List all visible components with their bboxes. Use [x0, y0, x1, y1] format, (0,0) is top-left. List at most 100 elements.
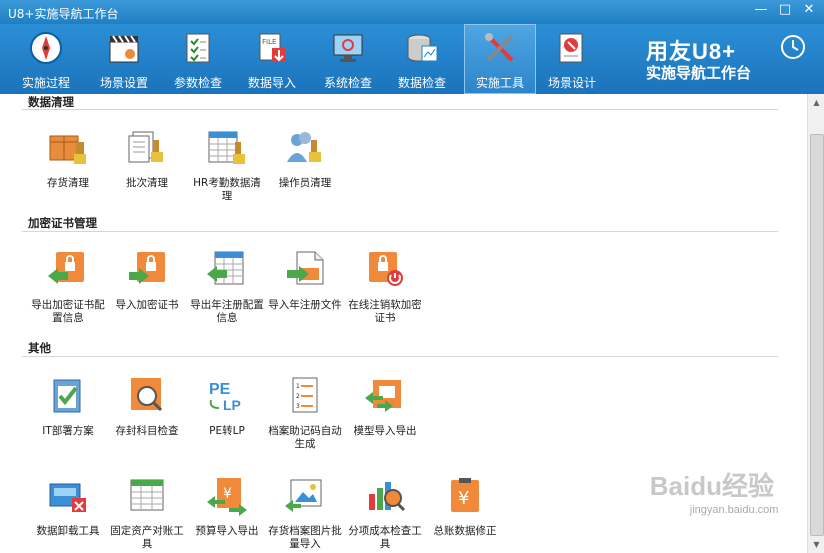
svg-text:FILE: FILE: [262, 38, 276, 46]
watermark-text: Baidu经验: [649, 471, 774, 501]
toolbar-label: 场景设计: [547, 76, 596, 90]
operator-clean-icon: [287, 132, 321, 162]
tool-label: 存货清理: [47, 177, 89, 189]
svg-text:2: 2: [296, 393, 300, 400]
tool-label: 导出年注册配置信息: [190, 299, 264, 324]
clock-icon: [781, 35, 805, 59]
toolbar-item-data-import[interactable]: FILE 数据导入: [236, 24, 308, 94]
tool-ledger-fix[interactable]: ¥ 总账数据修正: [426, 476, 504, 538]
tool-label: 存封科目检查: [115, 425, 179, 437]
toolbar-label: 系统检查: [323, 76, 372, 90]
tool-label: 在线注销软加密证书: [348, 299, 422, 324]
inventory-clean-icon: [49, 135, 86, 164]
export-cert-icon: [48, 252, 84, 284]
scroll-down-icon[interactable]: ▼: [810, 538, 823, 551]
svg-text:¥: ¥: [458, 488, 469, 509]
clapperboard-icon: [109, 35, 139, 63]
toolbar-item-process[interactable]: 实施过程: [10, 24, 82, 94]
tool-cancel-cert[interactable]: 在线注销软加密证书: [346, 250, 424, 325]
tool-import-reg[interactable]: 导入年注册文件: [266, 250, 344, 312]
toolbar-item-scene-settings[interactable]: 场景设置: [88, 24, 160, 94]
tool-label: IT部署方案: [42, 425, 94, 437]
scrollbar-thumb[interactable]: [810, 134, 824, 536]
account-check-icon: [131, 378, 163, 412]
tool-import-cert[interactable]: 导入加密证书: [108, 250, 186, 312]
toolbar-item-param-check[interactable]: 参数检查: [162, 24, 234, 94]
asset-recon-icon: [130, 479, 164, 511]
maximize-button[interactable]: □: [778, 3, 792, 17]
svg-text:LP: LP: [223, 397, 241, 413]
tool-label: 操作员清理: [278, 177, 332, 189]
toolbar-label: 数据检查: [397, 76, 446, 90]
toolbar-item-system-check[interactable]: 系统检查: [312, 24, 384, 94]
svg-text:3: 3: [296, 403, 300, 410]
tool-label: 总账数据修正: [433, 525, 497, 537]
close-button[interactable]: ✕: [802, 3, 816, 17]
batch-clean-icon: [128, 131, 163, 163]
tool-operator-clean[interactable]: 操作员清理: [266, 128, 344, 190]
file-import-icon: FILE: [259, 33, 286, 62]
image-import-icon: [285, 479, 322, 512]
brand-logo: 用友U8+ 实施导航工作台: [646, 30, 806, 90]
section-title-other: 其他: [28, 341, 51, 355]
import-reg-icon: [287, 251, 324, 285]
tool-account-check[interactable]: 存封科目检查: [108, 376, 186, 438]
section-divider: [22, 109, 778, 110]
window-title: U8+实施导航工作台: [8, 7, 119, 21]
tool-label: 档案助记码自动生成: [268, 425, 342, 450]
tool-hr-clean[interactable]: HR考勤数据清理: [188, 128, 266, 203]
tool-batch-clean[interactable]: 批次清理: [108, 128, 186, 190]
tool-label: PE转LP: [209, 425, 245, 437]
tool-it-deploy[interactable]: IT部署方案: [29, 376, 107, 438]
tool-image-import[interactable]: 存货档案图片批量导入: [266, 476, 344, 551]
toolbar-item-scene-design[interactable]: 场景设计: [536, 24, 608, 94]
ledger-fix-icon: ¥: [451, 478, 479, 512]
import-cert-icon: [129, 252, 165, 284]
tool-cost-check[interactable]: 分项成本检查工具: [346, 476, 424, 551]
tool-label: HR考勤数据清理: [193, 177, 261, 202]
toolbar-label: 实施工具: [475, 76, 524, 90]
svg-text:PE: PE: [209, 381, 231, 398]
watermark: Baidu经验 jingyan.baidu.com: [649, 466, 779, 516]
toolbar-label: 参数检查: [173, 76, 222, 90]
vertical-scrollbar[interactable]: ▲ ▼: [807, 94, 824, 553]
watermark-url: jingyan.baidu.com: [689, 504, 779, 516]
minimize-button[interactable]: —: [754, 3, 768, 17]
toolbar-item-impl-tools[interactable]: 实施工具: [464, 24, 536, 94]
tool-asset-recon[interactable]: 固定资产对账工具: [108, 476, 186, 551]
tool-inventory-clean[interactable]: 存货清理: [29, 128, 107, 190]
toolbar-label: 实施过程: [21, 76, 70, 90]
tool-export-cert[interactable]: 导出加密证书配置信息: [29, 250, 107, 325]
section-divider: [22, 231, 778, 232]
cost-check-icon: [369, 482, 406, 512]
tool-model-io[interactable]: 模型导入导出: [346, 376, 424, 438]
tool-label: 导出加密证书配置信息: [31, 299, 105, 324]
toolbar-label: 场景设置: [99, 76, 148, 90]
svg-text:1: 1: [296, 383, 300, 390]
tool-label: 预算导入导出: [195, 525, 259, 537]
tool-budget-io[interactable]: ¥ 预算导入导出: [188, 476, 266, 538]
hr-clean-icon: [208, 131, 245, 164]
section-title-cert-mgmt: 加密证书管理: [28, 216, 97, 230]
tool-label: 固定资产对账工具: [110, 525, 184, 550]
database-icon: [407, 34, 438, 62]
cancel-cert-icon: [369, 252, 403, 286]
brand-line2: 实施导航工作台: [646, 64, 752, 82]
tool-export-reg[interactable]: 导出年注册配置信息: [188, 250, 266, 325]
scroll-up-icon[interactable]: ▲: [810, 96, 823, 109]
section-divider: [22, 356, 778, 357]
tool-label: 模型导入导出: [353, 425, 417, 437]
section-title-data-clean: 数据清理: [28, 95, 74, 109]
tool-label: 批次清理: [126, 177, 168, 189]
toolbar-item-data-check[interactable]: 数据检查: [386, 24, 458, 94]
main-toolbar: 实施过程 场景设置 参数检查 FILE 数据导入 系统检查 数据检查 实施工具 …: [0, 24, 824, 94]
data-unload-icon: [49, 483, 86, 512]
tool-data-unload[interactable]: 数据卸载工具: [29, 476, 107, 538]
tools-icon: [485, 33, 514, 62]
tool-label: 分项成本检查工具: [348, 525, 422, 550]
tool-pe-lp[interactable]: PE LP PE转LP: [188, 376, 266, 438]
tool-label: 导入加密证书: [115, 299, 179, 311]
model-io-icon: [365, 380, 401, 412]
tool-mnemonic[interactable]: 1 2 3 档案助记码自动生成: [266, 376, 344, 451]
tool-label: 存货档案图片批量导入: [268, 525, 342, 550]
